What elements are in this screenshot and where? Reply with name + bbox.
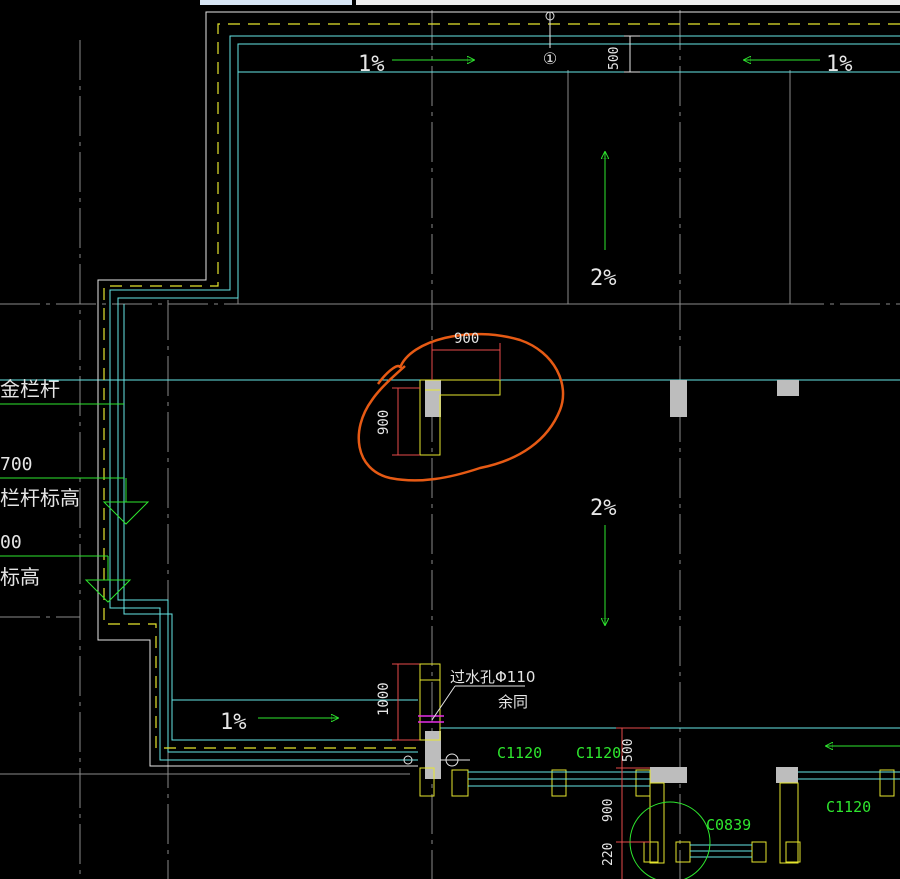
columns	[425, 380, 799, 783]
circled-900-horizontal: 900	[454, 331, 479, 347]
highlight-circle	[357, 332, 565, 482]
dim-500-bottom-label: 500	[621, 739, 636, 762]
left-label-railing: 金栏杆	[0, 377, 60, 401]
grid-lines	[0, 10, 900, 879]
dim-900-bottom-label: 900	[601, 799, 616, 822]
slope-label-center-lower: 2%	[590, 496, 617, 521]
dim-1000-label: 1000	[376, 682, 392, 716]
dim-220-label: 220	[601, 843, 616, 866]
left-label-elev-00: 00	[0, 532, 22, 553]
top-axis-label: ①	[543, 49, 557, 68]
top-500-dimension	[624, 35, 640, 73]
drain-hole-note: 过水孔Φ110	[450, 668, 535, 686]
window-label-c1120-c: C1120	[826, 798, 871, 816]
circle-dimensions	[392, 343, 501, 456]
left-label-elev-700: 700	[0, 454, 33, 475]
parapet-wall-outlines	[0, 35, 900, 761]
slope-label-top-right: 1%	[826, 52, 853, 77]
slope-label-center-upper: 2%	[590, 266, 617, 291]
c0839-callout-circle	[629, 801, 711, 879]
window-label-c1120-a: C1120	[497, 744, 542, 762]
drain-hole-sub: 余同	[498, 693, 528, 711]
left-label-height: 标高	[0, 565, 40, 589]
cad-drawing-canvas[interactable]: ① 500 1% 1% 2% 2% 1% 900 900 金栏杆 700 栏杆标…	[0, 0, 900, 879]
slope-label-top-left: 1%	[358, 52, 385, 77]
window-label-c1120-b: C1120	[576, 744, 621, 762]
drain-element	[419, 663, 441, 741]
top-axis-marker	[545, 11, 555, 48]
circled-900-vertical: 900	[376, 410, 392, 435]
top-500-label: 500	[607, 47, 622, 70]
slope-arrows	[258, 60, 900, 746]
left-label-railing-height: 栏杆标高	[0, 486, 80, 510]
slope-label-bottom-left: 1%	[220, 710, 247, 735]
dim-1000-lines	[392, 663, 440, 741]
window-label-c0839: C0839	[706, 816, 751, 834]
